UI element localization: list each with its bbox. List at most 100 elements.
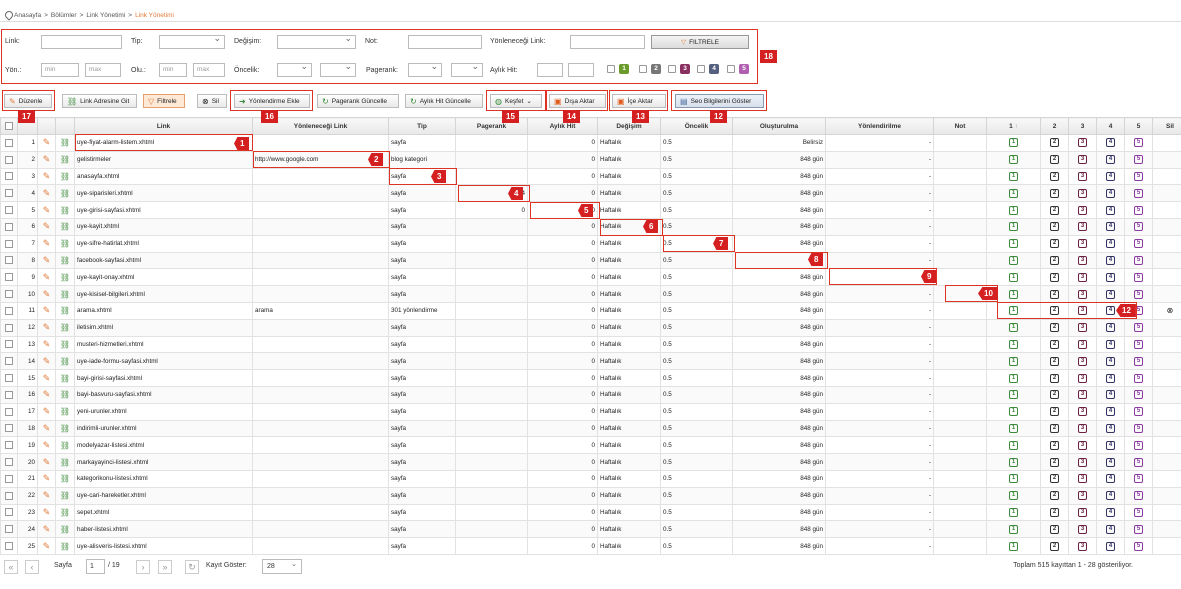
level-5-toggle[interactable]: 5 — [1134, 138, 1143, 148]
link-cell[interactable]: sepet.xhtml — [74, 503, 253, 522]
level-5-toggle[interactable]: 5 — [1134, 507, 1143, 517]
pencil-icon[interactable]: ✎ — [43, 373, 51, 383]
note-cell[interactable] — [933, 486, 987, 505]
level-1-cell[interactable]: 1 — [986, 385, 1041, 404]
level-1-toggle[interactable]: 1 — [1009, 423, 1018, 433]
level-3-toggle[interactable]: 3 — [1078, 171, 1087, 181]
row-checkbox[interactable] — [5, 306, 13, 315]
row-link-cell[interactable]: ⛓ — [55, 335, 75, 354]
target-link-cell[interactable]: arama — [252, 301, 389, 320]
target-link-cell[interactable] — [252, 184, 389, 203]
link-icon[interactable]: ⛓ — [60, 239, 70, 248]
change-freq-cell[interactable]: Haftalık — [597, 520, 661, 539]
level-3-toggle[interactable]: 3 — [1078, 356, 1087, 366]
level-4-cell[interactable]: 4 — [1096, 402, 1125, 421]
oncelik-select-1[interactable] — [277, 61, 312, 77]
level-3-cell[interactable]: 3 — [1068, 453, 1097, 471]
pagerank-cell[interactable] — [455, 503, 528, 522]
link-cell[interactable]: haber-listesi.xhtml — [74, 520, 253, 539]
monthly-hit-cell[interactable]: 0 — [527, 520, 598, 539]
row-link-cell[interactable]: ⛓ — [55, 318, 75, 337]
priority-cell[interactable]: 0.5 — [660, 335, 733, 354]
level-2-toggle[interactable]: 2 — [1050, 138, 1059, 148]
row-link-cell[interactable]: ⛓ — [55, 520, 75, 539]
table-row[interactable]: 15 ✎ ⛓ bayi-girisi-sayfasi.xhtml sayfa 0 Hafta… — [0, 369, 1181, 387]
link-cell[interactable]: musteri-hizmetleri.xhtml — [74, 335, 253, 354]
level-4-cell[interactable]: 4 — [1096, 201, 1125, 219]
target-link-cell[interactable] — [252, 385, 389, 404]
link-icon[interactable]: ⛓ — [60, 172, 70, 181]
delete-cell[interactable] — [1152, 318, 1181, 337]
level-3-cell[interactable]: 3 — [1068, 201, 1097, 219]
level-5-toggle[interactable]: 5 — [1134, 524, 1143, 534]
level-2-cell[interactable]: 2 — [1040, 402, 1069, 421]
link-icon[interactable]: ⛓ — [60, 273, 70, 282]
monthly-hit-cell[interactable]: 0 — [527, 369, 598, 387]
row-select-cell[interactable] — [0, 318, 18, 337]
delete-cell[interactable] — [1152, 234, 1181, 253]
pagerank-cell[interactable] — [455, 318, 528, 337]
filter-toggle-button[interactable]: ▽ Filtrele — [143, 94, 185, 108]
level-4-toggle[interactable]: 4 — [1106, 155, 1115, 165]
target-link-cell[interactable] — [252, 268, 389, 287]
go-to-link-button[interactable]: ⛓ Link Adresine Git — [62, 94, 137, 108]
level-3-toggle[interactable]: 3 — [1078, 507, 1087, 517]
level-3-toggle[interactable]: 3 — [1078, 188, 1087, 198]
pagerank-cell[interactable] — [455, 352, 528, 371]
level-2-toggle[interactable]: 2 — [1050, 541, 1059, 551]
pencil-icon[interactable]: ✎ — [43, 171, 51, 181]
level-3-cell[interactable]: 3 — [1068, 436, 1097, 455]
column-header-link[interactable]: Link — [74, 117, 253, 135]
level-2-cell[interactable]: 2 — [1040, 201, 1069, 219]
pagerank-select-2[interactable] — [451, 61, 483, 77]
row-checkbox[interactable] — [5, 138, 13, 147]
table-row[interactable]: 6 ✎ ⛓ uye-kayit.xhtml sayfa 0 Haftalık 0.5 848 g… — [0, 217, 1181, 236]
pencil-icon[interactable]: ✎ — [43, 541, 51, 551]
type-cell[interactable]: sayfa — [388, 453, 456, 471]
row-edit-cell[interactable]: ✎ — [37, 251, 56, 270]
level-1-toggle[interactable]: 1 — [1009, 255, 1018, 265]
level-filter-checkbox[interactable] — [639, 65, 647, 73]
priority-cell[interactable]: 0.5 — [660, 520, 733, 539]
row-edit-cell[interactable]: ✎ — [37, 134, 56, 152]
row-edit-cell[interactable]: ✎ — [37, 385, 56, 404]
level-5-toggle[interactable]: 5 — [1134, 491, 1143, 501]
target-link-cell[interactable] — [252, 419, 389, 438]
monthly-hit-cell[interactable]: 0 — [527, 419, 598, 438]
change-freq-cell[interactable]: Haftalık — [597, 167, 661, 186]
link-cell[interactable]: anasayfa.xhtml — [74, 167, 253, 186]
level-2-toggle[interactable]: 2 — [1050, 255, 1059, 265]
level-1-toggle[interactable]: 1 — [1009, 239, 1018, 249]
level-2-cell[interactable]: 2 — [1040, 486, 1069, 505]
row-edit-cell[interactable]: ✎ — [37, 503, 56, 522]
row-checkbox[interactable] — [5, 525, 13, 534]
row-select-cell[interactable] — [0, 184, 18, 203]
level-5-cell[interactable]: 5 — [1124, 268, 1153, 287]
priority-cell[interactable]: 0.5 — [660, 469, 733, 488]
level-5-toggle[interactable]: 5 — [1134, 541, 1143, 551]
level-3-cell[interactable]: 3 — [1068, 385, 1097, 404]
pagerank-cell[interactable] — [455, 167, 528, 186]
row-checkbox[interactable] — [5, 390, 13, 399]
column-header-level-2[interactable]: 2 — [1040, 117, 1069, 135]
redirected-cell[interactable]: - — [825, 469, 934, 488]
level-5-cell[interactable]: 5 — [1124, 436, 1153, 455]
pencil-icon[interactable]: ✎ — [43, 507, 51, 517]
pagerank-cell[interactable] — [455, 150, 528, 169]
level-2-cell[interactable]: 2 — [1040, 150, 1069, 169]
delete-cell[interactable] — [1152, 217, 1181, 236]
change-freq-cell[interactable]: Haftalık — [597, 285, 661, 303]
type-cell[interactable]: sayfa — [388, 335, 456, 354]
target-link-cell[interactable] — [252, 217, 389, 236]
level-4-cell[interactable]: 4 — [1096, 486, 1125, 505]
priority-cell[interactable]: 0.5 — [660, 268, 733, 287]
target-link-cell[interactable] — [252, 352, 389, 371]
level-4-toggle[interactable]: 4 — [1106, 205, 1115, 215]
level-5-cell[interactable]: 5 — [1124, 486, 1153, 505]
row-link-cell[interactable]: ⛓ — [55, 369, 75, 387]
link-icon[interactable]: ⛓ — [60, 390, 70, 399]
level-2-cell[interactable]: 2 — [1040, 167, 1069, 186]
priority-cell[interactable]: 0.5 — [660, 150, 733, 169]
level-2-cell[interactable]: 2 — [1040, 335, 1069, 354]
delete-cell[interactable] — [1152, 134, 1181, 152]
